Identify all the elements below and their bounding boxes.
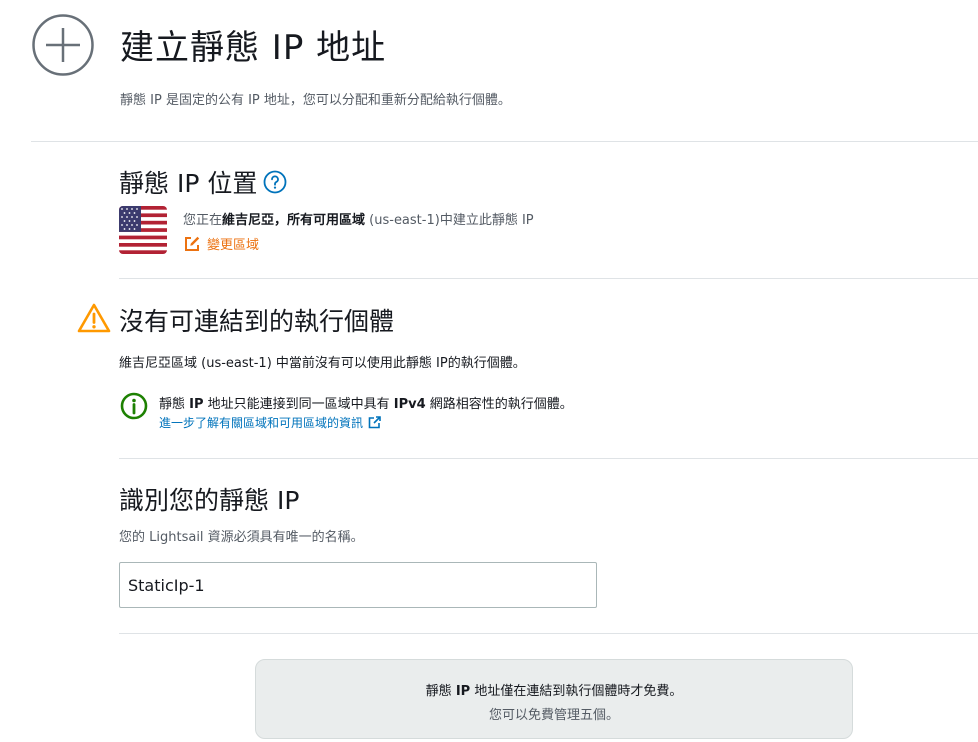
divider <box>119 278 978 279</box>
static-ip-name-input[interactable] <box>119 562 597 608</box>
help-icon[interactable] <box>263 170 287 194</box>
location-region-code: (us-east-1) <box>365 213 440 228</box>
identify-section-title: 識別您的靜態 IP <box>119 486 300 515</box>
no-instances-description: 維吉尼亞區域 (us-east-1) 中當前沒有可以使用此靜態 IP的執行個體。 <box>119 356 526 371</box>
add-circle-icon <box>32 14 94 76</box>
learn-more-label: 進一步了解有關區域和可用區域的資訊 <box>159 416 364 430</box>
learn-more-link[interactable]: 進一步了解有關區域和可用區域的資訊 <box>159 414 381 431</box>
location-description: 您正在維吉尼亞，所有可用區域 (us-east-1)中建立此靜態 IP <box>183 209 534 228</box>
warning-icon <box>77 303 111 333</box>
change-region-link[interactable]: 變更區域 <box>183 234 259 253</box>
info-text-part: 網路相容性的執行個體。 <box>425 397 573 412</box>
divider <box>119 458 978 459</box>
no-instances-title: 沒有可連結到的執行個體 <box>119 307 395 336</box>
page-title: 建立靜態 IP 地址 <box>120 28 387 68</box>
location-text-suffix: 中建立此靜態 IP <box>439 213 534 228</box>
info-icon <box>120 392 148 420</box>
info-text-bold: IPv4 <box>393 397 426 412</box>
page-description: 靜態 IP 是固定的公有 IP 地址，您可以分配和重新分配給執行個體。 <box>120 93 511 108</box>
info-text-part: 靜態 <box>159 397 190 412</box>
external-link-icon <box>368 416 381 429</box>
change-region-label: 變更區域 <box>207 238 260 253</box>
pricing-text-part: 靜態 <box>425 684 456 699</box>
ipv4-info-text: 靜態 IP 地址只能連接到同一區域中具有 IPv4 網路相容性的執行個體。 <box>159 393 573 412</box>
identify-description: 您的 Lightsail 資源必須具有唯一的名稱。 <box>119 530 364 545</box>
location-section-title: 靜態 IP 位置 <box>119 164 287 200</box>
pricing-info-box: 靜態 IP 地址僅在連結到執行個體時才免費。 您可以免費管理五個。 <box>255 659 853 739</box>
pricing-line-2: 您可以免費管理五個。 <box>488 708 619 723</box>
divider <box>119 633 978 634</box>
pricing-text-bold: IP <box>455 684 471 699</box>
location-region-name: 維吉尼亞，所有可用區域 <box>222 213 366 228</box>
info-text-part: 地址只能連接到同一區域中具有 <box>203 397 394 412</box>
info-text-bold: IP <box>189 397 204 412</box>
location-title-text: 靜態 IP 位置 <box>119 169 258 198</box>
pricing-text-part: 地址僅在連結到執行個體時才免費。 <box>470 684 683 699</box>
pricing-line-1: 靜態 IP 地址僅在連結到執行個體時才免費。 <box>256 680 852 699</box>
divider <box>31 141 978 142</box>
us-flag-icon <box>119 206 167 254</box>
location-text-prefix: 您正在 <box>183 213 223 228</box>
edit-icon <box>185 236 200 251</box>
